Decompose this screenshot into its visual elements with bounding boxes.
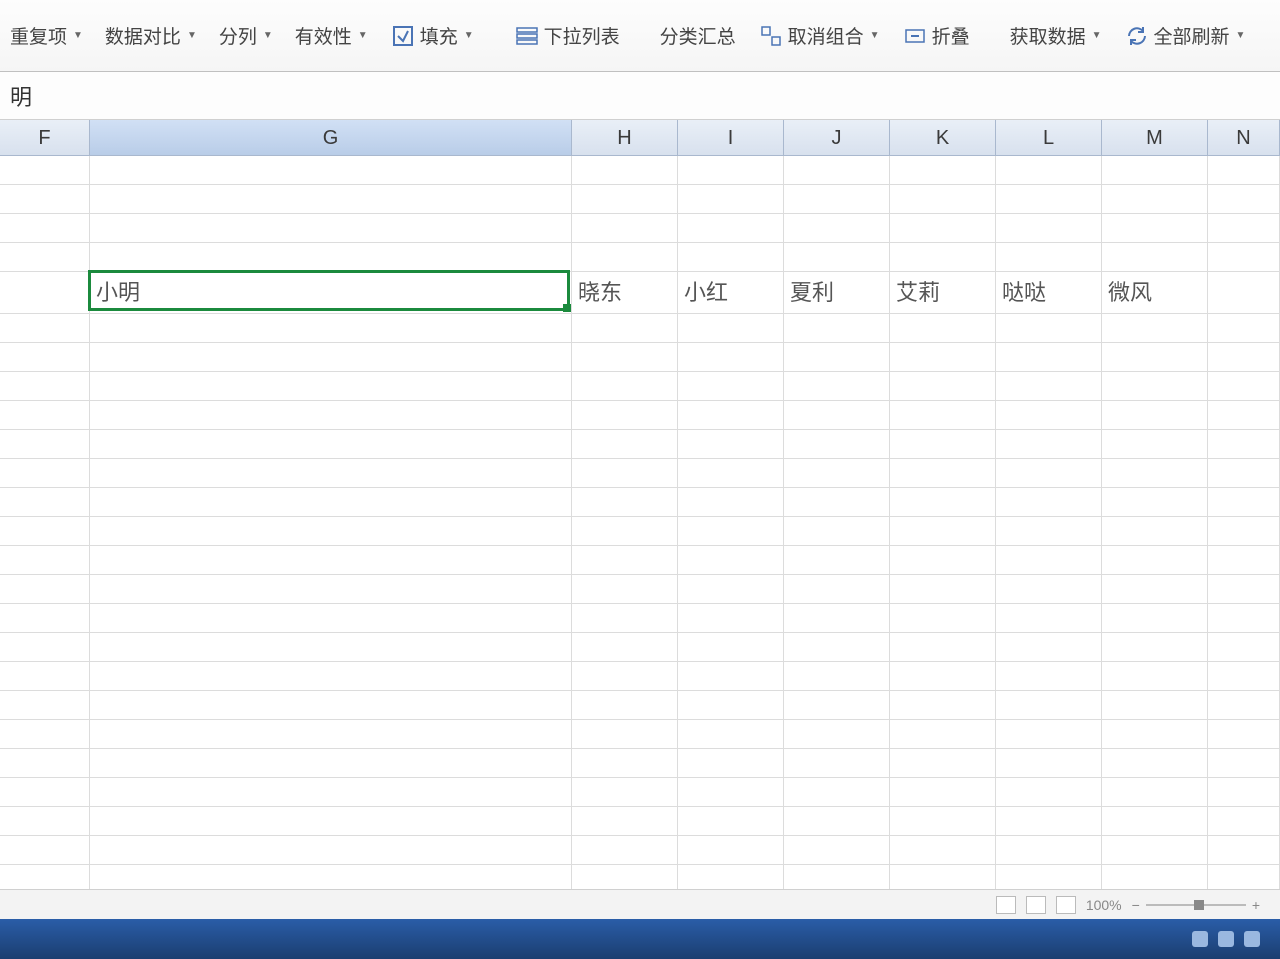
cell-F5[interactable] [0, 272, 90, 313]
collapse-icon [902, 23, 928, 49]
status-bar: 100% − + [0, 889, 1280, 919]
col-header-H[interactable]: H [572, 120, 678, 155]
cell-K5[interactable]: 艾莉 [890, 272, 996, 313]
button-label: 折叠 [932, 22, 970, 49]
tray-icon[interactable] [1244, 931, 1260, 947]
col-header-N[interactable]: N [1208, 120, 1280, 155]
col-header-G[interactable]: G [90, 120, 572, 155]
view-normal-button[interactable] [996, 896, 1016, 914]
dropdown-icon: ▼ [263, 30, 273, 41]
text-to-columns-button[interactable]: 分列 ▼ [213, 18, 279, 53]
cell-M5[interactable]: 微风 [1102, 272, 1208, 313]
button-label: 分类汇总 [660, 22, 736, 49]
dropdown-icon: ▼ [870, 30, 880, 41]
cell-H5[interactable]: 晓东 [572, 272, 678, 313]
button-label: 有效性 [295, 22, 352, 49]
dropdown-icon: ▼ [187, 30, 197, 41]
col-header-F[interactable]: F [0, 120, 90, 155]
duplicates-button[interactable]: 重复项 ▼ [4, 18, 89, 53]
slider-track[interactable] [1146, 904, 1246, 906]
zoom-out-icon[interactable]: − [1132, 897, 1140, 913]
column-header-row: F G H I J K L M N [0, 120, 1280, 156]
subtotal-button[interactable]: 分类汇总 [654, 18, 742, 53]
data-compare-button[interactable]: 数据对比 ▼ [99, 18, 203, 53]
refresh-all-button[interactable]: 全部刷新 ▼ [1118, 18, 1252, 53]
button-label: 分列 [219, 22, 257, 49]
cell-L5[interactable]: 哒哒 [996, 272, 1102, 313]
col-header-M[interactable]: M [1102, 120, 1208, 155]
get-data-button[interactable]: 获取数据 ▼ [1004, 18, 1108, 53]
validation-button[interactable]: 有效性 ▼ [289, 18, 374, 53]
button-label: 全部刷新 [1154, 22, 1230, 49]
dropdown-icon: ▼ [464, 30, 474, 41]
spreadsheet-area: F G H I J K L M N 小明 晓东 小红 夏利 艾莉 哒哒 微风 [0, 120, 1280, 919]
button-label: 填充 [420, 22, 458, 49]
col-header-L[interactable]: L [996, 120, 1102, 155]
col-header-I[interactable]: I [678, 120, 784, 155]
list-icon [514, 23, 540, 49]
dropdown-icon: ▼ [358, 30, 368, 41]
data-row-5: 小明 晓东 小红 夏利 艾莉 哒哒 微风 [0, 272, 1280, 314]
ungroup-icon [758, 23, 784, 49]
cell-N5[interactable] [1208, 272, 1280, 313]
formula-bar: 明 [0, 72, 1280, 120]
tray-icon[interactable] [1192, 931, 1208, 947]
zoom-slider[interactable]: − + [1132, 897, 1260, 913]
button-label: 数据对比 [105, 22, 181, 49]
button-label: 下拉列表 [544, 22, 620, 49]
view-layout-button[interactable] [1026, 896, 1046, 914]
dropdown-list-button[interactable]: 下拉列表 [508, 18, 626, 53]
name-box[interactable]: 明 [10, 80, 70, 112]
view-pagebreak-button[interactable] [1056, 896, 1076, 914]
fill-icon [390, 23, 416, 49]
dropdown-icon: ▼ [1092, 30, 1102, 41]
zoom-in-icon[interactable]: + [1252, 897, 1260, 913]
ribbon-toolbar: 重复项 ▼ 数据对比 ▼ 分列 ▼ 有效性 ▼ 填充 ▼ 下拉列表 分类汇总 取… [0, 0, 1280, 72]
button-label: 重复项 [10, 22, 67, 49]
col-header-J[interactable]: J [784, 120, 890, 155]
cell-G5[interactable]: 小明 [90, 272, 572, 313]
ungroup-button[interactable]: 取消组合 ▼ [752, 18, 886, 53]
dropdown-icon: ▼ [1236, 30, 1246, 41]
col-header-K[interactable]: K [890, 120, 996, 155]
grid-region[interactable]: 小明 晓东 小红 夏利 艾莉 哒哒 微风 [0, 156, 1280, 894]
slider-thumb[interactable] [1194, 900, 1204, 910]
button-label: 取消组合 [788, 22, 864, 49]
collapse-button[interactable]: 折叠 [896, 18, 976, 53]
zoom-label: 100% [1086, 897, 1122, 913]
dropdown-icon: ▼ [73, 30, 83, 41]
button-label: 获取数据 [1010, 22, 1086, 49]
cell-J5[interactable]: 夏利 [784, 272, 890, 313]
windows-taskbar[interactable] [0, 919, 1280, 959]
cell-I5[interactable]: 小红 [678, 272, 784, 313]
fill-button[interactable]: 填充 ▼ [384, 18, 480, 53]
tray-icon[interactable] [1218, 931, 1234, 947]
refresh-icon [1124, 23, 1150, 49]
